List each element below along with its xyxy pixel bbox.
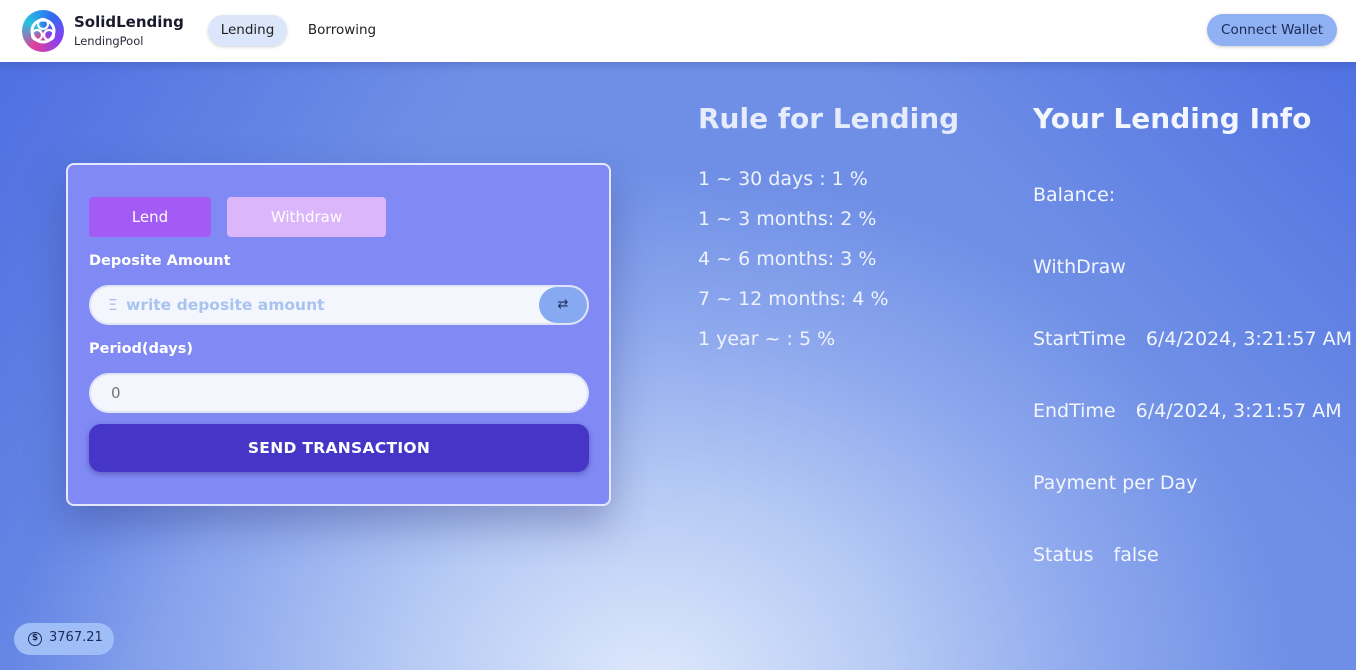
wallet-balance-badge[interactable]: $ 3767.21 [14, 623, 114, 655]
deposit-amount-label: Deposite Amount [89, 253, 231, 269]
period-input-wrapper [89, 373, 589, 413]
rule-item: 1 year ~ : 5 % [698, 328, 836, 350]
deposit-amount-input[interactable] [126, 287, 536, 323]
end-time-label: EndTime [1033, 400, 1116, 422]
tab-borrowing[interactable]: Borrowing [298, 15, 386, 46]
deposit-input-wrapper: Ξ ⇄ [89, 285, 589, 325]
rule-item: 1 ~ 3 months: 2 % [698, 208, 877, 230]
tab-lending[interactable]: Lending [208, 15, 287, 46]
brand-title: SolidLending [74, 13, 184, 31]
rules-title: Rule for Lending [698, 102, 960, 135]
end-time-row: EndTime 6/4/2024, 3:21:57 AM [1033, 400, 1342, 422]
connect-wallet-button[interactable]: Connect Wallet [1207, 14, 1337, 46]
rule-item: 7 ~ 12 months: 4 % [698, 288, 889, 310]
start-time-row: StartTime 6/4/2024, 3:21:57 AM [1033, 328, 1352, 350]
balance-label: Balance: [1033, 184, 1116, 206]
eth-icon: Ξ [108, 296, 118, 314]
status-row: Status false [1033, 544, 1159, 566]
start-time-value: 6/4/2024, 3:21:57 AM [1145, 328, 1353, 350]
top-header: SolidLending LendingPool Lending Borrowi… [0, 0, 1356, 62]
status-value: false [1113, 544, 1159, 566]
brand-subtitle: LendingPool [74, 34, 144, 48]
start-time-label: StartTime [1033, 328, 1126, 350]
withdraw-info-label: WithDraw [1033, 256, 1126, 278]
send-transaction-button[interactable]: SEND TRANSACTION [89, 424, 589, 472]
status-label: Status [1033, 544, 1094, 566]
period-days-input[interactable] [111, 375, 571, 411]
balance-value: 3767.21 [49, 630, 103, 645]
rule-item: 4 ~ 6 months: 3 % [698, 248, 877, 270]
logo-icon[interactable] [22, 10, 64, 52]
period-days-label: Period(days) [89, 341, 193, 357]
lending-form-card: Lend Withdraw Deposite Amount Ξ ⇄ Period… [66, 163, 611, 506]
payment-per-day-label: Payment per Day [1033, 472, 1198, 494]
swap-icon[interactable]: ⇄ [539, 287, 587, 323]
withdraw-button[interactable]: Withdraw [227, 197, 386, 237]
end-time-value: 6/4/2024, 3:21:57 AM [1135, 400, 1342, 422]
lending-info-title: Your Lending Info [1033, 102, 1312, 135]
dollar-coin-icon: $ [28, 632, 42, 646]
rule-item: 1 ~ 30 days : 1 % [698, 168, 868, 190]
lend-button[interactable]: Lend [89, 197, 211, 237]
